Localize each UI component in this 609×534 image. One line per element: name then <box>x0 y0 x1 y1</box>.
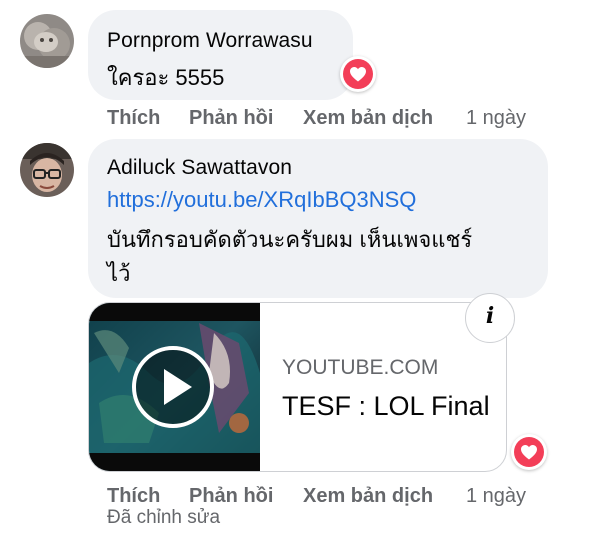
link-preview-card[interactable]: YOUTUBE.COM TESF : LOL Final <box>88 302 507 472</box>
comment-author[interactable]: Adiluck Sawattavon <box>107 156 292 180</box>
info-icon: i <box>485 303 495 329</box>
like-button[interactable]: Thích <box>107 107 160 130</box>
comment-text: บันทึกรอบคัดตัวนะครับผม เห็นเพจแชร์ <box>107 227 473 252</box>
see-translation-button[interactable]: Xem bản dịch <box>303 485 433 508</box>
comment-link[interactable]: https://youtu.be/XRqIbBQ3NSQ <box>107 187 416 213</box>
reply-button[interactable]: Phản hồi <box>189 107 273 130</box>
comment-thread: Pornprom Worrawasu ใครอะ 5555 Thích Phản… <box>0 0 609 534</box>
avatar[interactable] <box>20 143 74 197</box>
link-domain: YOUTUBE.COM <box>282 356 439 379</box>
like-button[interactable]: Thích <box>107 485 160 508</box>
comment-timestamp[interactable]: 1 ngày <box>466 107 526 130</box>
comment-timestamp[interactable]: 1 ngày <box>466 485 526 508</box>
comment-actions: Thích Phản hồi Xem bản dịch 1 ngày <box>107 107 547 133</box>
heart-icon <box>521 445 537 460</box>
reply-button[interactable]: Phản hồi <box>189 485 273 508</box>
comment-text: ใครอะ 5555 <box>107 65 225 90</box>
heart-icon <box>350 67 366 82</box>
link-title[interactable]: TESF : LOL Final <box>282 391 490 422</box>
edited-label: Đã chỉnh sửa <box>107 507 221 528</box>
comment-text: ไว้ <box>107 261 131 286</box>
reaction-badge[interactable] <box>340 56 376 92</box>
reaction-badge[interactable] <box>511 434 547 470</box>
avatar[interactable] <box>20 14 74 68</box>
info-button[interactable]: i <box>465 293 515 343</box>
comment-author[interactable]: Pornprom Worrawasu <box>107 29 313 53</box>
video-thumbnail[interactable] <box>89 303 260 471</box>
see-translation-button[interactable]: Xem bản dịch <box>303 107 433 130</box>
